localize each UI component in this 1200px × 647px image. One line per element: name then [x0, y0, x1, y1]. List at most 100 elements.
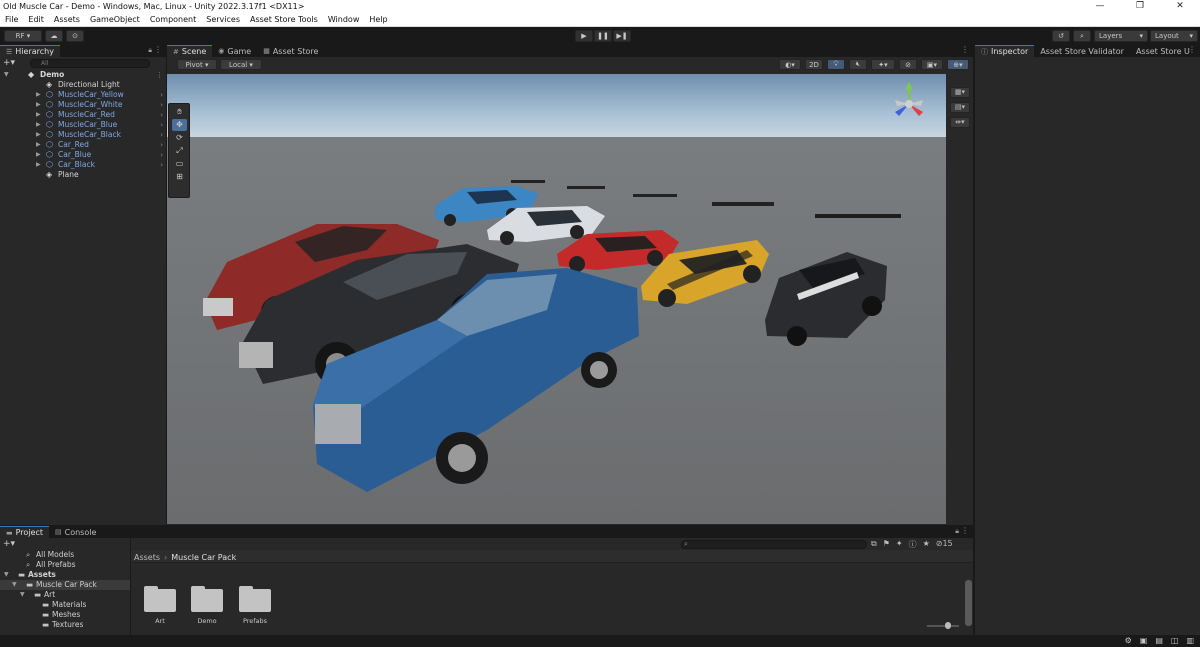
chevron-right-icon[interactable]: ›: [160, 160, 163, 170]
hierarchy-item[interactable]: ◈ Directional Light: [0, 80, 166, 90]
hidden-packages-button[interactable]: ⊘15: [936, 539, 953, 550]
hierarchy-item[interactable]: ▶ ⬡ MuscleCar_White ›: [0, 100, 166, 110]
expand-arrow-icon[interactable]: ▶: [36, 130, 41, 140]
menu-component[interactable]: Component: [145, 15, 201, 24]
overlay-button-2[interactable]: ▤▾: [950, 102, 970, 113]
project-tree-item[interactable]: ⌕ All Prefabs: [0, 560, 130, 570]
move-tool[interactable]: ✥: [172, 119, 187, 131]
expand-arrow-icon[interactable]: ▼: [4, 70, 9, 80]
expand-arrow-icon[interactable]: ▶: [36, 160, 41, 170]
expand-arrow-icon[interactable]: ▶: [36, 90, 41, 100]
project-tree-item[interactable]: ▬ Textures: [0, 620, 130, 630]
menu-window[interactable]: Window: [323, 15, 365, 24]
filter-label-icon[interactable]: ⚑: [883, 539, 890, 550]
lock-icon[interactable]: 🔒︎: [148, 46, 152, 55]
pause-button[interactable]: ❚❚: [594, 30, 612, 42]
play-button[interactable]: ▶: [575, 30, 593, 42]
chevron-right-icon[interactable]: ›: [160, 100, 163, 110]
icon-size-slider-thumb[interactable]: [945, 622, 951, 629]
project-scrollbar[interactable]: [965, 580, 972, 626]
hierarchy-item[interactable]: ▶ ⬡ MuscleCar_Blue ›: [0, 120, 166, 130]
account-dropdown[interactable]: RF ▾: [4, 30, 42, 42]
expand-arrow-icon[interactable]: ▼: [20, 590, 25, 600]
hierarchy-item[interactable]: ▶ ⬡ MuscleCar_Red ›: [0, 110, 166, 120]
maximize-button[interactable]: ❐: [1120, 0, 1160, 13]
transform-tool[interactable]: ⊞: [172, 171, 187, 183]
menu-services[interactable]: Services: [201, 15, 245, 24]
menu-assets[interactable]: Assets: [49, 15, 85, 24]
project-tree-item[interactable]: ▬ Meshes: [0, 610, 130, 620]
hierarchy-item[interactable]: ▶ ⬡ Car_Red ›: [0, 140, 166, 150]
lighting-toggle[interactable]: 💡︎: [827, 59, 845, 70]
tab-inspector[interactable]: ⓘ Inspector: [975, 45, 1035, 57]
expand-arrow-icon[interactable]: ▼: [4, 570, 9, 580]
2d-toggle[interactable]: 2D: [805, 59, 823, 70]
more-options-icon[interactable]: ⋮: [154, 45, 162, 54]
folder-demo[interactable]: Demo: [187, 586, 227, 625]
tab-asset-store-validator[interactable]: Asset Store Validator: [1034, 45, 1130, 57]
info-icon[interactable]: ⓘ: [909, 539, 917, 550]
more-options-icon[interactable]: ⋮: [156, 70, 163, 80]
step-button[interactable]: ▶❚: [613, 30, 631, 42]
draw-mode-dropdown[interactable]: ◐▾: [779, 59, 801, 70]
gizmos-dropdown[interactable]: ⊕▾: [947, 59, 969, 70]
more-options-icon[interactable]: ⋮: [1188, 45, 1196, 54]
menu-file[interactable]: File: [0, 15, 23, 24]
breadcrumb-muscle-car-pack[interactable]: Muscle Car Pack: [171, 553, 236, 562]
search-button[interactable]: ⌕: [1073, 30, 1091, 42]
more-options-icon[interactable]: ⋮: [961, 45, 969, 54]
camera-dropdown[interactable]: ▣▾: [921, 59, 943, 70]
layers-dropdown[interactable]: Layers ▾: [1094, 30, 1148, 42]
scene-viewport[interactable]: ✋︎ ✥ ⟳ ⤢ ▭ ⊞: [167, 74, 946, 524]
hierarchy-item[interactable]: ▼ ◆ Demo ⋮: [0, 70, 166, 80]
icon-size-slider[interactable]: [927, 625, 959, 627]
rotate-tool[interactable]: ⟳: [172, 132, 187, 144]
hierarchy-search-input[interactable]: All: [30, 59, 150, 68]
debug-icon[interactable]: ⚙: [1125, 636, 1132, 645]
filter-type-icon[interactable]: ⧉: [871, 539, 877, 550]
star-icon[interactable]: ★: [923, 539, 930, 550]
visibility-toggle[interactable]: ⊘: [899, 59, 917, 70]
project-tree-item[interactable]: ▼ ▬ Muscle Car Pack: [0, 580, 130, 590]
cloud-button[interactable]: ☁: [45, 30, 63, 42]
local-dropdown[interactable]: Local ▾: [220, 59, 262, 70]
lock-icon[interactable]: 🔒︎: [955, 527, 959, 536]
expand-arrow-icon[interactable]: ▶: [36, 150, 41, 160]
overlay-button-1[interactable]: ▦▾: [950, 87, 970, 98]
hierarchy-item[interactable]: ▶ ⬡ Car_Blue ›: [0, 150, 166, 160]
hierarchy-item[interactable]: ◈ Plane: [0, 170, 166, 180]
hierarchy-item[interactable]: ▶ ⬡ MuscleCar_Yellow ›: [0, 90, 166, 100]
overlay-button-3[interactable]: ⇹▾: [950, 117, 970, 128]
tab-game[interactable]: ◉ Game: [212, 45, 257, 57]
layout-dropdown[interactable]: Layout ▾: [1150, 30, 1198, 42]
folder-art[interactable]: Art: [140, 586, 180, 625]
rect-tool[interactable]: ▭: [172, 158, 187, 170]
project-tree-item[interactable]: ▬ Materials: [0, 600, 130, 610]
favorite-icon[interactable]: ✦: [896, 539, 903, 550]
expand-arrow-icon[interactable]: ▶: [36, 120, 41, 130]
expand-arrow-icon[interactable]: ▶: [36, 110, 41, 120]
progress-icon[interactable]: ▤: [1155, 636, 1163, 645]
chevron-right-icon[interactable]: ›: [160, 140, 163, 150]
graphics-icon[interactable]: ▥: [1186, 636, 1194, 645]
project-tree-item[interactable]: ▼ ▬ Assets: [0, 570, 130, 580]
folder-prefabs[interactable]: Prefabs: [235, 586, 275, 625]
close-button[interactable]: ✕: [1160, 0, 1200, 13]
cache-icon[interactable]: ▣: [1140, 636, 1148, 645]
hierarchy-item[interactable]: ▶ ⬡ MuscleCar_Black ›: [0, 130, 166, 140]
expand-arrow-icon[interactable]: ▶: [36, 100, 41, 110]
tab-project[interactable]: ▬ Project: [0, 526, 49, 538]
chevron-right-icon[interactable]: ›: [160, 150, 163, 160]
menu-gameobject[interactable]: GameObject: [85, 15, 145, 24]
expand-arrow-icon[interactable]: ▶: [36, 140, 41, 150]
hand-tool[interactable]: ✋︎: [172, 106, 187, 118]
project-tree-item[interactable]: ⌕ All Models: [0, 550, 130, 560]
undo-history-button[interactable]: ↺: [1052, 30, 1070, 42]
chevron-right-icon[interactable]: ›: [160, 120, 163, 130]
effects-dropdown[interactable]: ✦▾: [871, 59, 895, 70]
create-asset-dropdown[interactable]: +▾: [0, 538, 130, 550]
breadcrumb-assets[interactable]: Assets: [134, 553, 160, 562]
tab-console[interactable]: ▤ Console: [49, 526, 102, 538]
menu-help[interactable]: Help: [364, 15, 392, 24]
chevron-right-icon[interactable]: ›: [160, 130, 163, 140]
